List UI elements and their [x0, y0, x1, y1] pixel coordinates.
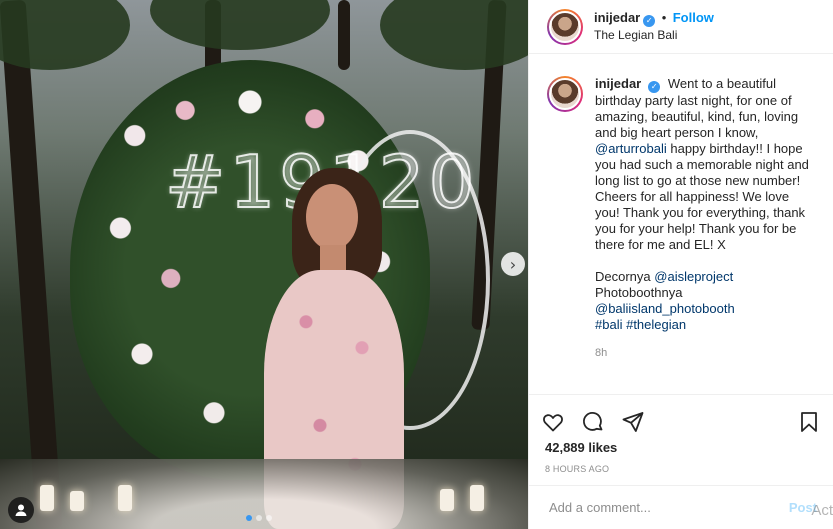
author-username[interactable]: inijedar: [594, 10, 640, 25]
hashtag-link[interactable]: #bali: [595, 317, 622, 332]
action-bar: [529, 395, 833, 439]
verified-badge-icon: ✓: [648, 81, 661, 93]
caption-body: inijedar ✓ Went to a beautiful birthday p…: [595, 76, 817, 361]
candle: [118, 485, 132, 511]
mention-link[interactable]: @baliisland_photobooth: [595, 301, 735, 316]
post-header: inijedar ✓ • Follow The Legian Bali: [529, 0, 833, 54]
palm-trunk: [0, 0, 63, 529]
mention-link[interactable]: @aisleproject: [654, 269, 733, 284]
heart-icon: [543, 414, 563, 432]
caption-username[interactable]: inijedar: [595, 76, 641, 91]
foliage: [380, 0, 528, 70]
share-icon: [622, 412, 644, 432]
foliage: [150, 0, 330, 50]
author-avatar[interactable]: [547, 8, 583, 45]
carousel-dot-active: [246, 515, 252, 521]
share-button[interactable]: [621, 408, 661, 436]
caption-text: Photoboothnya: [595, 285, 683, 300]
user-silhouette-icon: [15, 504, 27, 516]
carousel-indicator: [246, 515, 272, 521]
follow-button[interactable]: Follow: [673, 10, 714, 25]
comment-input[interactable]: [549, 500, 789, 515]
caption: inijedar ✓ Went to a beautiful birthday p…: [547, 76, 817, 361]
comment-button[interactable]: [581, 408, 621, 436]
mention-link[interactable]: @arturrobali: [595, 141, 667, 156]
next-arrow-icon[interactable]: ›: [501, 252, 525, 276]
carousel-dot: [256, 515, 262, 521]
comment-bar: Post: [529, 485, 833, 529]
post-photo[interactable]: #19120 ›: [0, 0, 528, 529]
activation-watermark: Act: [811, 502, 833, 519]
post-panel: inijedar ✓ • Follow The Legian Bali inije…: [528, 0, 833, 529]
foliage: [0, 0, 130, 70]
candle: [440, 489, 454, 511]
caption-time: 8h: [595, 347, 608, 359]
save-button[interactable]: [793, 408, 821, 436]
actions-section: 42,889 likes 8 HOURS AGO: [529, 394, 833, 474]
posted-time: 8 HOURS AGO: [545, 464, 610, 474]
bookmark-icon: [801, 412, 817, 432]
hashtag-link[interactable]: #thelegian: [626, 317, 686, 332]
author-meta: inijedar ✓ • Follow The Legian Bali: [594, 10, 714, 43]
carousel-dot: [266, 515, 272, 521]
comment-icon: [583, 412, 603, 431]
location-link[interactable]: The Legian Bali: [594, 27, 714, 43]
caption-avatar[interactable]: [547, 76, 583, 112]
tag-user-icon[interactable]: [8, 497, 34, 523]
likes-count[interactable]: 42,889 likes: [529, 440, 833, 455]
palm-trunk: [338, 0, 350, 70]
person-face: [306, 184, 358, 250]
verified-badge-icon: ✓: [643, 15, 656, 27]
candle: [40, 485, 54, 511]
separator-dot: •: [661, 10, 667, 25]
caption-text: Decornya: [595, 269, 651, 284]
caption-text: happy birthday!! I hope you had such a m…: [595, 141, 809, 252]
candle: [70, 491, 84, 511]
like-button[interactable]: [541, 408, 581, 436]
candle: [470, 485, 484, 511]
